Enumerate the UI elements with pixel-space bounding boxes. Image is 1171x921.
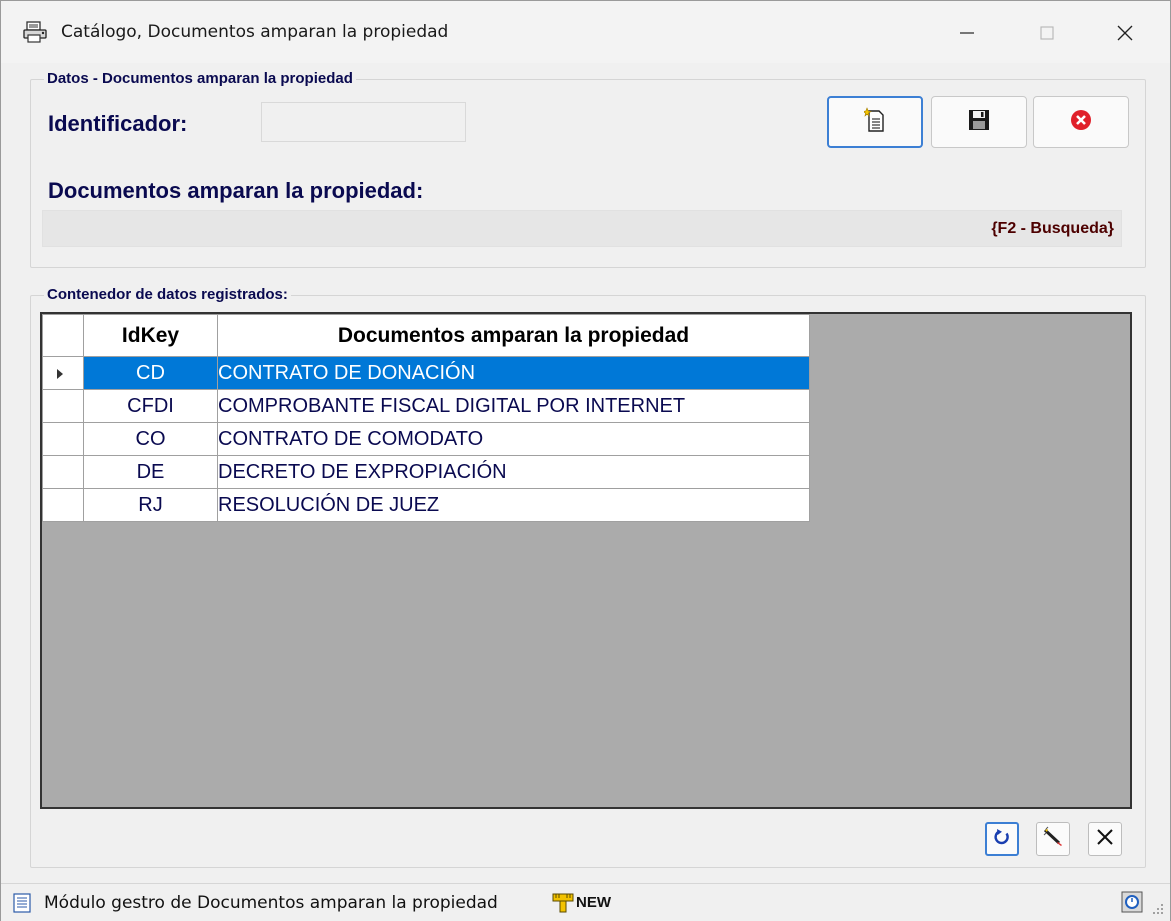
table-row[interactable]: CD CONTRATO DE DONACIÓN [42, 356, 810, 390]
cancel-button[interactable] [1033, 96, 1129, 148]
row-selector[interactable] [42, 356, 84, 390]
cell-idkey[interactable]: CFDI [83, 389, 218, 423]
resize-grip[interactable] [1151, 902, 1165, 916]
module-list-icon [13, 893, 31, 913]
cell-idkey[interactable]: RJ [83, 488, 218, 522]
mode-tool-icon [552, 891, 574, 913]
cell-description[interactable]: COMPROBANTE FISCAL DIGITAL POR INTERNET [217, 389, 810, 423]
status-text: Módulo gestro de Documentos amparan la p… [44, 893, 498, 913]
documents-field[interactable]: {F2 - Busqueda} [42, 210, 1122, 247]
row-selector[interactable] [42, 455, 84, 489]
row-selector[interactable] [42, 488, 84, 522]
catalog-window: Catálogo, Documentos amparan la propieda… [0, 0, 1171, 921]
close-window-button[interactable] [1097, 11, 1153, 55]
minimize-button[interactable] [939, 11, 995, 55]
cell-description[interactable]: CONTRATO DE DONACIÓN [217, 356, 810, 390]
column-header-idkey[interactable]: IdKey [83, 314, 218, 357]
maximize-button[interactable] [1019, 11, 1075, 55]
identifier-label: Identificador: [48, 111, 188, 136]
delete-button[interactable] [1088, 822, 1122, 856]
cell-idkey[interactable]: DE [83, 455, 218, 489]
close-x-icon [1095, 827, 1115, 852]
table-row[interactable]: RJ RESOLUCIÓN DE JUEZ [42, 488, 810, 522]
mode-indicator: NEW [576, 894, 611, 911]
row-header-corner [42, 314, 84, 357]
floppy-disk-icon [968, 109, 990, 136]
refresh-button[interactable] [985, 822, 1019, 856]
table-row[interactable]: CFDI COMPROBANTE FISCAL DIGITAL POR INTE… [42, 389, 810, 423]
title-bar: Catálogo, Documentos amparan la propieda… [1, 1, 1170, 63]
calendar-clock-icon [1121, 891, 1143, 913]
window-title: Catálogo, Documentos amparan la propieda… [61, 22, 449, 42]
save-button[interactable] [931, 96, 1027, 148]
documents-label: Documentos amparan la propiedad: [48, 178, 424, 203]
row-selector[interactable] [42, 389, 84, 423]
search-hint: {F2 - Busqueda} [991, 220, 1114, 237]
app-printer-icon [23, 21, 49, 43]
new-record-button[interactable] [827, 96, 923, 148]
cell-description[interactable]: RESOLUCIÓN DE JUEZ [217, 488, 810, 522]
new-document-icon [862, 106, 886, 138]
status-bar: Módulo gestro de Documentos amparan la p… [1, 883, 1170, 921]
red-cancel-icon [1070, 109, 1092, 136]
pencil-icon [1042, 826, 1064, 853]
records-group-label: Contenedor de datos registrados: [44, 286, 291, 303]
table-row[interactable]: DE DECRETO DE EXPROPIACIÓN [42, 455, 810, 489]
records-table: IdKey Documentos amparan la propiedad CD… [42, 314, 810, 522]
row-selector[interactable] [42, 422, 84, 456]
cell-description[interactable]: DECRETO DE EXPROPIACIÓN [217, 455, 810, 489]
data-group-label: Datos - Documentos amparan la propiedad [44, 70, 356, 87]
refresh-icon [993, 828, 1011, 851]
cell-description[interactable]: CONTRATO DE COMODATO [217, 422, 810, 456]
table-row[interactable]: CO CONTRATO DE COMODATO [42, 422, 810, 456]
row-pointer-icon [57, 368, 63, 379]
cell-idkey[interactable]: CD [83, 356, 218, 390]
cell-idkey[interactable]: CO [83, 422, 218, 456]
identifier-input[interactable] [261, 102, 466, 142]
edit-button[interactable] [1036, 822, 1070, 856]
column-header-documents[interactable]: Documentos amparan la propiedad [217, 314, 810, 357]
records-grid[interactable]: IdKey Documentos amparan la propiedad CD… [40, 312, 1132, 809]
